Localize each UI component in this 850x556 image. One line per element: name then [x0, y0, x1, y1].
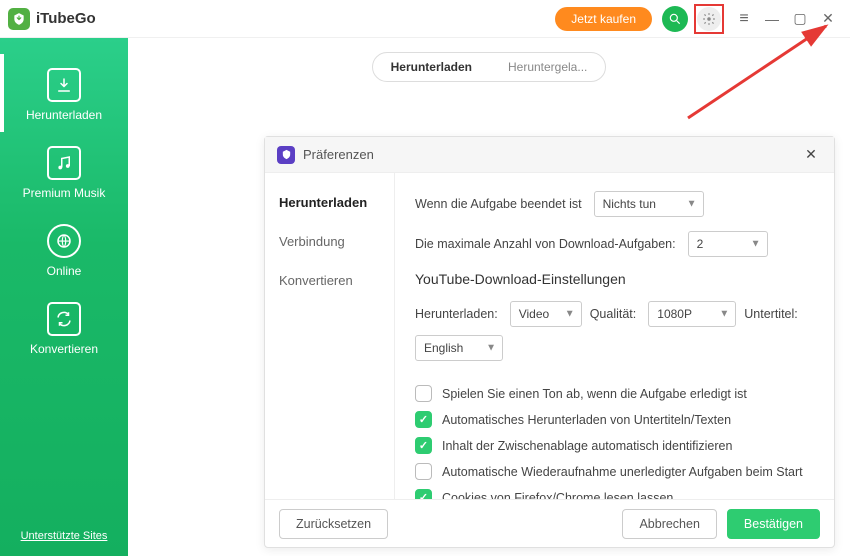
maximize-button[interactable]: ▢	[786, 5, 814, 33]
gear-icon	[702, 12, 716, 26]
title-bar: iTubeGo Jetzt kaufen ≡ — ▢ ✕	[0, 0, 850, 38]
modal-footer: Zurücksetzen Abbrechen Bestätigen	[265, 499, 834, 547]
supported-sites-link[interactable]: Unterstützte Sites	[21, 530, 108, 542]
preferences-modal: Präferenzen ✕ Herunterladen Verbindung K…	[264, 136, 835, 548]
chevron-down-icon: ▼	[687, 199, 697, 210]
confirm-button[interactable]: Bestätigen	[727, 509, 820, 539]
minimize-button[interactable]: —	[758, 5, 786, 33]
sidebar-item-label: Herunterladen	[0, 108, 128, 122]
cancel-button[interactable]: Abbrechen	[622, 509, 716, 539]
download-type-label: Herunterladen:	[415, 307, 498, 321]
sidebar-footer: Unterstützte Sites	[0, 526, 128, 544]
checkbox-row: Inhalt der Zwischenablage automatisch id…	[415, 437, 814, 454]
pref-tab-convert[interactable]: Konvertieren	[265, 261, 394, 300]
sidebar-item-label: Online	[0, 264, 128, 278]
close-button[interactable]: ✕	[814, 5, 842, 33]
youtube-section-title: YouTube-Download-Einstellungen	[415, 271, 814, 287]
checkbox[interactable]	[415, 463, 432, 480]
checkbox-label: Spielen Sie einen Ton ab, wenn die Aufga…	[442, 387, 747, 401]
checkbox-label: Inhalt der Zwischenablage automatisch id…	[442, 439, 732, 453]
subtitle-select[interactable]: English ▼	[415, 335, 503, 361]
download-type-select[interactable]: Video ▼	[510, 301, 582, 327]
main-tabs: Herunterladen Heruntergela...	[128, 38, 850, 96]
music-icon	[47, 146, 81, 180]
max-tasks-select[interactable]: 2▼	[688, 231, 768, 257]
modal-header: Präferenzen ✕	[265, 137, 834, 173]
task-done-label: Wenn die Aufgabe beendet ist	[415, 197, 582, 211]
sidebar: Herunterladen Premium Musik Online Konve…	[0, 38, 128, 556]
sidebar-item-label: Konvertieren	[0, 342, 128, 356]
quality-label: Qualität:	[590, 307, 637, 321]
pref-tab-download[interactable]: Herunterladen	[265, 183, 394, 222]
app-logo-icon	[8, 8, 30, 30]
chevron-down-icon: ▼	[565, 309, 575, 320]
checkbox[interactable]	[415, 385, 432, 402]
settings-button-highlight	[694, 4, 724, 34]
pref-content: Wenn die Aufgabe beendet ist Nichts tun ▼…	[395, 173, 834, 499]
max-tasks-label: Die maximale Anzahl von Download-Aufgabe…	[415, 237, 676, 251]
chevron-down-icon: ▼	[751, 239, 761, 250]
main-area: Herunterladen Heruntergela... MP4 ▼ Präf…	[128, 38, 850, 556]
task-done-select[interactable]: Nichts tun ▼	[594, 191, 704, 217]
tab-downloaded[interactable]: Heruntergela...	[490, 53, 605, 81]
quality-select[interactable]: 1080P ▼	[648, 301, 736, 327]
checkbox-row: Spielen Sie einen Ton ab, wenn die Aufga…	[415, 385, 814, 402]
checkbox-row: Cookies von Firefox/Chrome lesen lassen	[415, 489, 814, 499]
subtitle-label: Untertitel:	[744, 307, 798, 321]
checkbox-label: Automatisches Herunterladen von Untertit…	[442, 413, 731, 427]
sidebar-item-convert[interactable]: Konvertieren	[0, 288, 128, 366]
reset-button[interactable]: Zurücksetzen	[279, 509, 388, 539]
modal-close-button[interactable]: ✕	[800, 144, 822, 166]
checkbox[interactable]	[415, 437, 432, 454]
sidebar-item-premium-music[interactable]: Premium Musik	[0, 132, 128, 210]
sidebar-item-label: Premium Musik	[0, 186, 128, 200]
modal-title: Präferenzen	[303, 147, 800, 162]
task-done-value: Nichts tun	[603, 197, 656, 211]
app-title: iTubeGo	[36, 10, 96, 27]
checkbox[interactable]	[415, 489, 432, 499]
globe-icon	[47, 224, 81, 258]
quality-value: 1080P	[657, 307, 692, 321]
checkbox[interactable]	[415, 411, 432, 428]
download-icon	[47, 68, 81, 102]
subtitle-value: English	[424, 341, 463, 355]
chevron-down-icon: ▼	[719, 309, 729, 320]
convert-icon	[47, 302, 81, 336]
checkbox-label: Automatische Wiederaufnahme unerledigter…	[442, 465, 803, 479]
search-icon	[668, 12, 682, 26]
menu-button[interactable]: ≡	[730, 5, 758, 33]
chevron-down-icon: ▼	[486, 343, 496, 354]
modal-logo-icon	[277, 146, 295, 164]
settings-button[interactable]	[697, 7, 721, 31]
pref-tab-connection[interactable]: Verbindung	[265, 222, 394, 261]
tab-download[interactable]: Herunterladen	[373, 53, 490, 81]
pref-sidebar: Herunterladen Verbindung Konvertieren	[265, 173, 395, 499]
sidebar-item-online[interactable]: Online	[0, 210, 128, 288]
checkbox-label: Cookies von Firefox/Chrome lesen lassen	[442, 491, 673, 500]
download-type-value: Video	[519, 307, 549, 321]
sidebar-item-download[interactable]: Herunterladen	[0, 54, 128, 132]
checkbox-row: Automatisches Herunterladen von Untertit…	[415, 411, 814, 428]
search-button[interactable]	[662, 6, 688, 32]
checkbox-row: Automatische Wiederaufnahme unerledigter…	[415, 463, 814, 480]
max-tasks-value: 2	[697, 237, 704, 251]
buy-button[interactable]: Jetzt kaufen	[555, 7, 652, 31]
